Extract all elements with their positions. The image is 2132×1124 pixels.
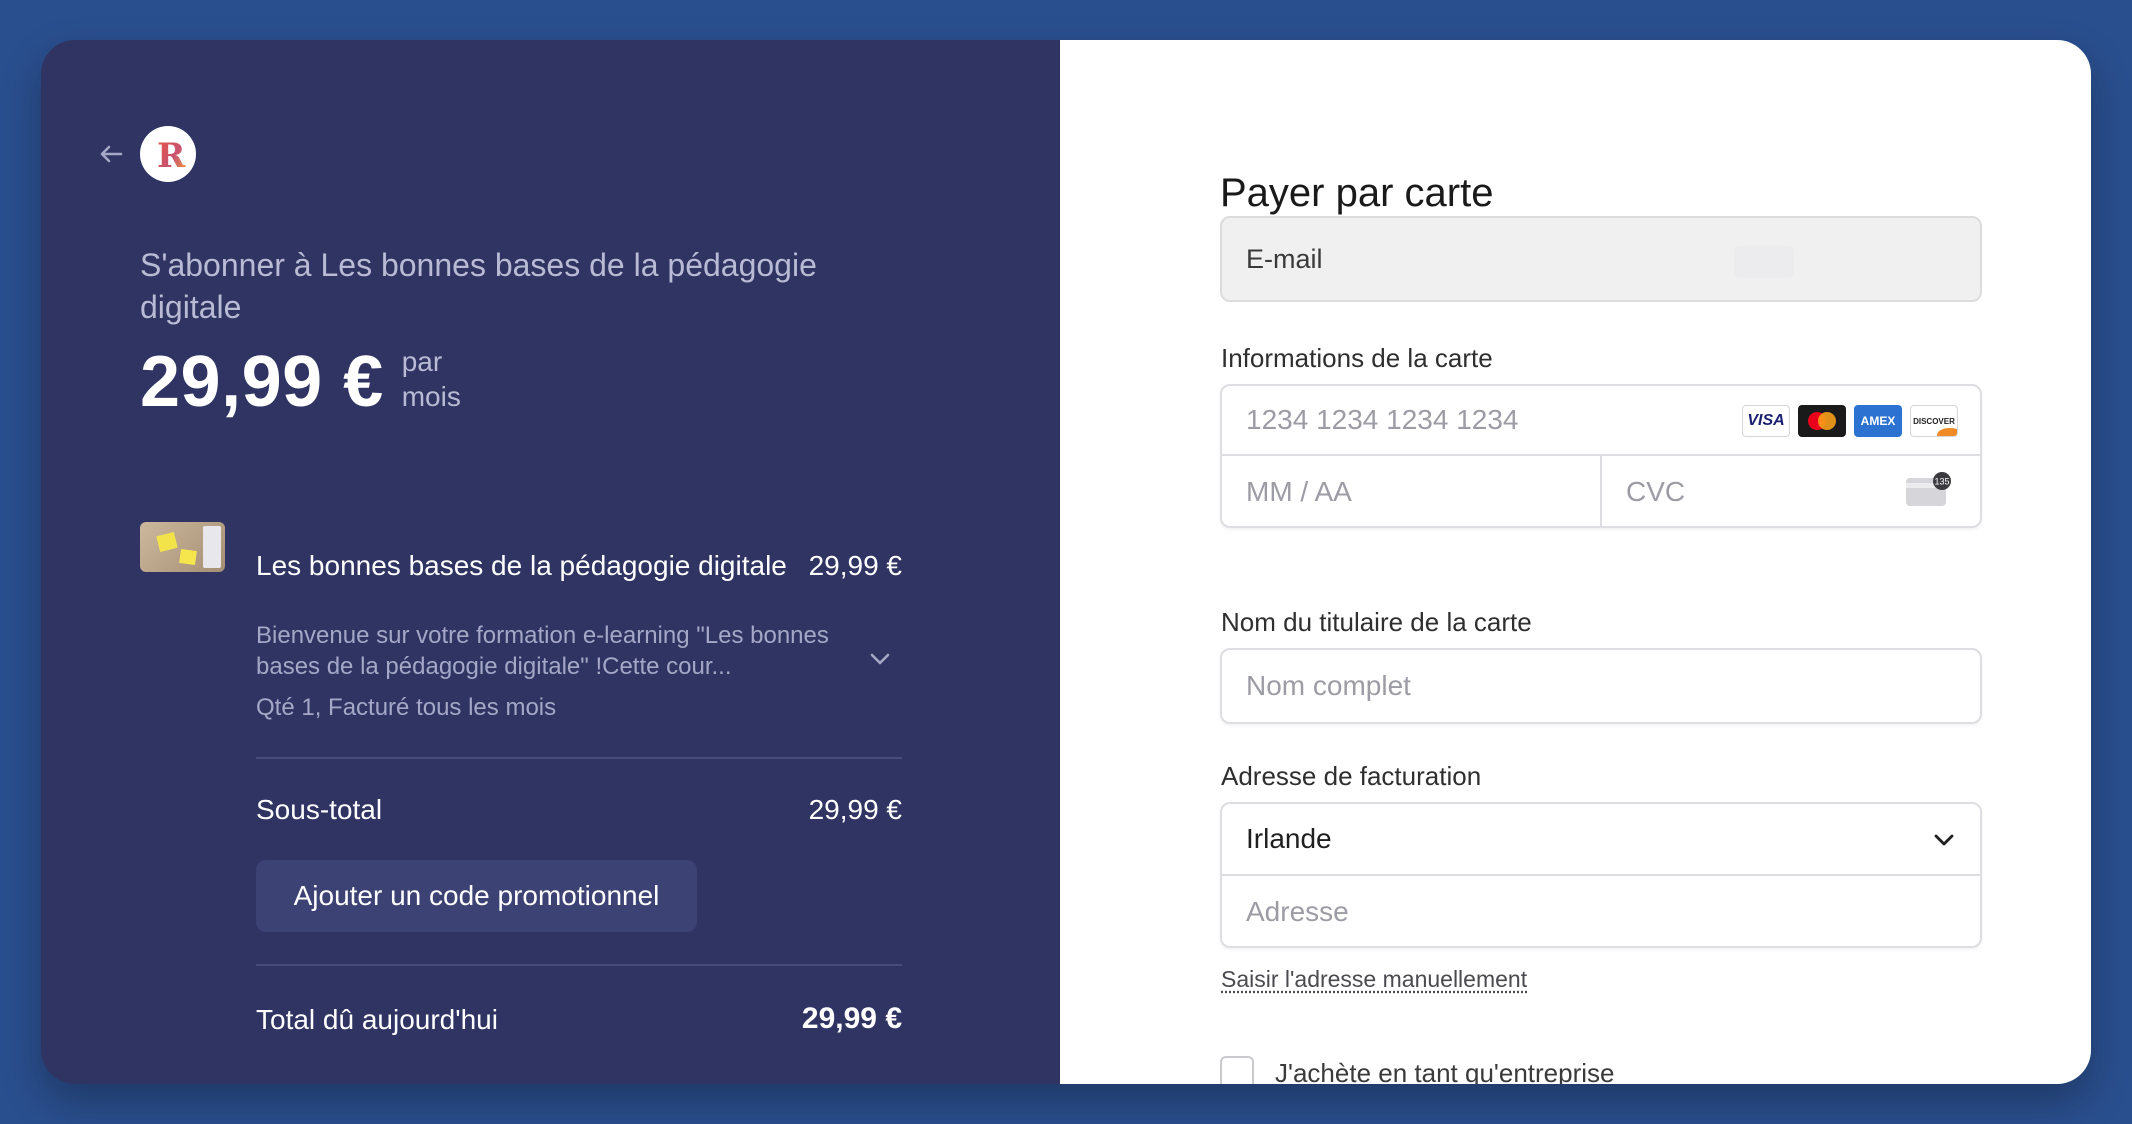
billing-address-label: Adresse de facturation <box>1221 761 1482 791</box>
divider <box>256 964 902 966</box>
divider <box>256 757 902 759</box>
discover-icon: DISCOVER <box>1910 405 1958 437</box>
price-row: 29,99 € par mois <box>140 340 472 424</box>
chevron-down-icon <box>1934 834 1954 846</box>
cardholder-name-label: Nom du titulaire de la carte <box>1221 607 1532 637</box>
back-arrow-icon[interactable] <box>95 138 127 170</box>
order-summary-panel: R S'abonner à Les bonnes bases de la péd… <box>41 40 1060 1084</box>
product-quantity: Qté 1, Facturé tous les mois <box>256 694 557 721</box>
country-value: Irlande <box>1246 823 1332 854</box>
total-label: Total dû aujourd'hui <box>256 1004 498 1035</box>
amex-icon: AMEX <box>1854 405 1902 437</box>
mastercard-icon <box>1798 405 1846 437</box>
svg-text:R: R <box>157 136 186 174</box>
payment-title: Payer par carte <box>1220 171 1494 215</box>
brand-logo[interactable]: R <box>140 126 196 182</box>
address-input[interactable]: Adresse <box>1222 876 1980 948</box>
email-field[interactable]: E-mail <box>1220 216 1982 302</box>
country-select[interactable]: Irlande <box>1222 804 1980 876</box>
email-label: E-mail <box>1246 243 1323 274</box>
card-details-group: 1234 1234 1234 1234 VISA AMEX DISCOVER M… <box>1220 384 1982 528</box>
email-value-redacted <box>1734 246 1794 278</box>
card-number-placeholder: 1234 1234 1234 1234 <box>1246 404 1519 435</box>
total-value: 29,99 € <box>801 1002 902 1035</box>
svg-text:135: 135 <box>1934 477 1949 487</box>
cardholder-name-input[interactable]: Nom complet <box>1220 648 1982 724</box>
price-period: par mois <box>401 346 461 412</box>
product-description: Bienvenue sur votre formation e-learning… <box>256 622 829 680</box>
visa-icon: VISA <box>1742 405 1790 437</box>
cvc-placeholder: CVC <box>1626 476 1686 507</box>
product-price: 29,99 € <box>808 550 902 581</box>
add-promo-code-button[interactable]: Ajouter un code promotionnel <box>256 860 697 932</box>
card-brands: VISA AMEX DISCOVER <box>1742 405 1958 437</box>
card-cvc-icon: 135 <box>1906 472 1951 506</box>
product-name: Les bonnes bases de la pédagogie digital… <box>256 550 787 581</box>
checkout-card: R S'abonner à Les bonnes bases de la péd… <box>41 40 2091 1084</box>
business-checkbox-label[interactable]: J'achète en tant qu'entreprise <box>1275 1056 1615 1084</box>
product-thumbnail <box>140 522 225 572</box>
subscription-title: S'abonner à Les bonnes bases de la pédag… <box>140 247 817 325</box>
brand-logo-icon: R <box>157 136 186 174</box>
expiry-input[interactable]: MM / AA <box>1222 456 1602 528</box>
payment-form-panel: Payer par carte E-mail Informations de l… <box>1060 40 2091 1084</box>
cvc-input[interactable]: CVC 135 <box>1602 456 1982 528</box>
manual-address-link[interactable]: Saisir l'adresse manuellement <box>1221 964 1527 994</box>
business-checkbox[interactable] <box>1220 1056 1254 1084</box>
subtotal-value: 29,99 € <box>808 794 902 825</box>
card-number-input[interactable]: 1234 1234 1234 1234 VISA AMEX DISCOVER <box>1222 386 1980 456</box>
chevron-down-icon[interactable] <box>867 646 893 672</box>
card-info-label: Informations de la carte <box>1221 343 1493 373</box>
price-amount: 29,99 € <box>140 342 384 422</box>
subtotal-label: Sous-total <box>256 794 383 825</box>
billing-address-group: Irlande Adresse <box>1220 802 1982 948</box>
